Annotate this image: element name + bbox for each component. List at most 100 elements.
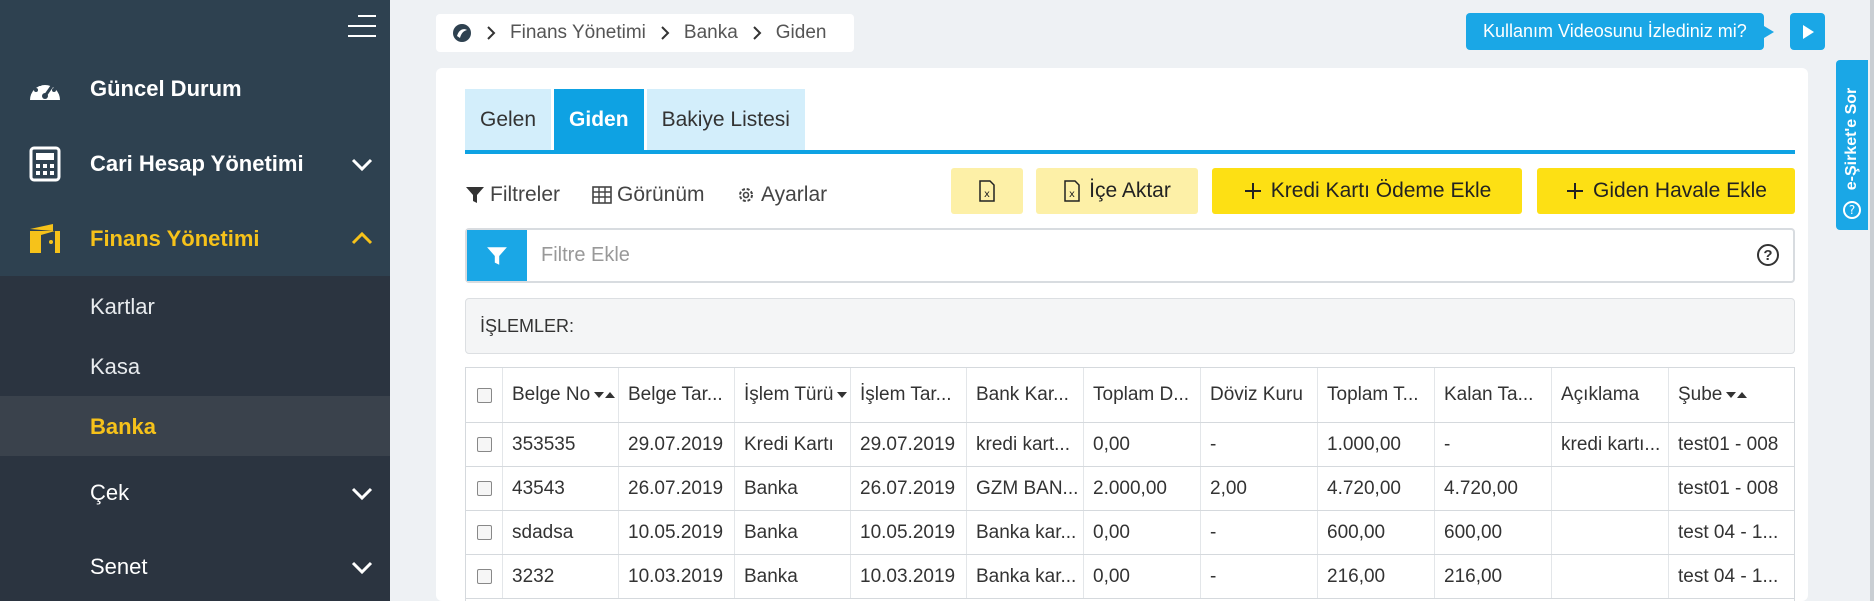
column-header-toplam-tutar[interactable]: Toplam T...	[1317, 368, 1434, 422]
section-title: İŞLEMLER:	[465, 298, 1795, 354]
esirket-sor-label: e-Şirket'e Sor	[1843, 87, 1860, 191]
sidebar-subitem-label: Banka	[90, 414, 157, 439]
excel-icon: x	[1064, 180, 1080, 202]
sidebar-item-senet[interactable]: Senet	[0, 533, 390, 601]
column-header-label: Belge No	[512, 384, 591, 405]
sidebar-item-cari-hesap[interactable]: Cari Hesap Yönetimi	[0, 126, 390, 201]
row-checkbox[interactable]	[476, 481, 492, 496]
filter-input[interactable]	[527, 230, 1727, 281]
sidebar-item-label: Finans Yönetimi	[90, 225, 260, 251]
table-cell: 353535	[502, 423, 618, 466]
table-row[interactable]: sdadsa 10.05.2019 Banka 10.05.2019 Banka…	[466, 511, 1794, 555]
column-header-aciklama[interactable]: Açıklama	[1551, 368, 1668, 422]
menu-toggle-icon[interactable]	[344, 12, 376, 40]
help-circle-icon: ?	[1843, 201, 1861, 219]
table-cell: 2,00	[1200, 467, 1317, 510]
chevron-down-icon	[351, 561, 373, 575]
sidebar-subitem-banka[interactable]: Banka	[0, 396, 390, 456]
export-excel-button[interactable]: x	[951, 168, 1023, 214]
column-header-label: Döviz Kuru	[1210, 384, 1303, 405]
row-checkbox-cell	[466, 555, 502, 598]
select-all-checkbox[interactable]	[476, 387, 492, 403]
column-header-label: Belge Tar...	[628, 384, 723, 405]
column-header-belge-no[interactable]: Belge No	[502, 368, 618, 422]
table-cell: Banka kar...	[966, 555, 1083, 598]
column-header-sube[interactable]: Şube	[1668, 368, 1794, 422]
table-cell: 3232	[502, 555, 618, 598]
add-card-payment-button[interactable]: Kredi Kartı Ödeme Ekle	[1212, 168, 1522, 214]
table-row[interactable]: 43543 26.07.2019 Banka 26.07.2019 GZM BA…	[466, 467, 1794, 511]
breadcrumb-item[interactable]: Banka	[684, 22, 738, 44]
table-cell: 600,00	[1317, 511, 1434, 554]
table-row[interactable]: 353535 29.07.2019 Kredi Kartı 29.07.2019…	[466, 423, 1794, 467]
chevron-down-icon	[351, 487, 373, 501]
filters-button[interactable]: Filtreler	[465, 180, 560, 210]
plus-icon	[1567, 183, 1584, 199]
sidebar-subitem-kartlar[interactable]: Kartlar	[0, 276, 390, 336]
table-cell	[1551, 467, 1668, 510]
column-header-toplam-doviz[interactable]: Toplam D...	[1083, 368, 1200, 422]
tab-giden[interactable]: Giden	[554, 89, 644, 150]
table-cell: test 04 - 1...	[1668, 555, 1794, 598]
table-cell: test01 - 008	[1668, 467, 1794, 510]
table-cell: 216,00	[1434, 555, 1551, 598]
table-cell: GZM BAN...	[966, 467, 1083, 510]
sidebar-subitem-label: Kasa	[90, 354, 141, 379]
filters-label: Filtreler	[490, 183, 561, 206]
table-cell: kredi kartı...	[1551, 423, 1668, 466]
brand-logo-icon[interactable]	[452, 23, 472, 43]
table-cell: sdadsa	[502, 511, 618, 554]
table-cell: kredi kart...	[966, 423, 1083, 466]
row-checkbox[interactable]	[476, 437, 492, 452]
tab-bakiye-listesi[interactable]: Bakiye Listesi	[646, 89, 805, 150]
column-header-label: Bank Kar...	[976, 384, 1069, 405]
row-checkbox[interactable]	[476, 525, 492, 540]
column-header-label: Açıklama	[1561, 384, 1640, 405]
sidebar-item-label: Çek	[90, 480, 130, 505]
sidebar-item-finans-yonetimi[interactable]: Finans Yönetimi	[0, 201, 390, 276]
gear-icon	[739, 188, 753, 202]
column-header-kalan-tutar[interactable]: Kalan Ta...	[1434, 368, 1551, 422]
table-cell: 4.720,00	[1317, 467, 1434, 510]
sidebar-item-guncel-durum[interactable]: Güncel Durum	[0, 51, 390, 126]
table-cell: 10.05.2019	[850, 511, 966, 554]
play-video-button[interactable]	[1790, 13, 1825, 50]
table-cell: -	[1200, 511, 1317, 554]
chevron-right-icon	[661, 26, 670, 40]
page-scrollbar[interactable]	[1870, 0, 1874, 601]
row-checkbox-cell	[466, 423, 502, 466]
sort-icon	[1726, 392, 1748, 398]
table-cell: 0,00	[1083, 555, 1200, 598]
svg-text:?: ?	[1849, 203, 1855, 217]
sidebar-item-cek[interactable]: Çek	[0, 458, 390, 528]
column-header-bank-karti[interactable]: Bank Kar...	[966, 368, 1083, 422]
column-header-islem-turu[interactable]: İşlem Türü	[734, 368, 850, 422]
row-checkbox[interactable]	[476, 569, 492, 584]
column-header-islem-tarihi[interactable]: İşlem Tar...	[850, 368, 966, 422]
table-row[interactable]: 3232 10.03.2019 Banka 10.03.2019 Banka k…	[466, 555, 1794, 599]
sidebar-subitem-kasa[interactable]: Kasa	[0, 336, 390, 396]
esirket-sor-tab[interactable]: e-Şirket'e Sor ?	[1836, 60, 1868, 230]
add-transfer-button[interactable]: Giden Havale Ekle	[1537, 168, 1795, 214]
table-cell: 0,00	[1083, 423, 1200, 466]
import-button[interactable]: x İçe Aktar	[1036, 168, 1198, 214]
funnel-icon	[487, 246, 507, 265]
breadcrumb-item[interactable]: Finans Yönetimi	[510, 22, 646, 44]
table-cell: 26.07.2019	[618, 467, 734, 510]
settings-button[interactable]: Ayarlar	[736, 180, 827, 210]
table-cell	[1551, 511, 1668, 554]
chevron-down-icon	[351, 158, 373, 171]
filter-toggle-button[interactable]	[467, 230, 527, 281]
table-cell: -	[1200, 555, 1317, 598]
table-cell: Banka	[734, 511, 850, 554]
table-cell: 2.000,00	[1083, 467, 1200, 510]
column-header-doviz-kuru[interactable]: Döviz Kuru	[1200, 368, 1317, 422]
column-header-belge-tarihi[interactable]: Belge Tar...	[618, 368, 734, 422]
view-button[interactable]: Görünüm	[592, 180, 705, 210]
video-prompt-button[interactable]: Kullanım Videosunu İzlediniz mi?	[1466, 13, 1774, 50]
table-cell: 29.07.2019	[618, 423, 734, 466]
tab-gelen[interactable]: Gelen	[465, 89, 552, 150]
help-icon[interactable]: ?	[1757, 244, 1779, 266]
filter-bar: ?	[465, 228, 1795, 283]
add-card-payment-label: Kredi Kartı Ödeme Ekle	[1270, 179, 1492, 202]
